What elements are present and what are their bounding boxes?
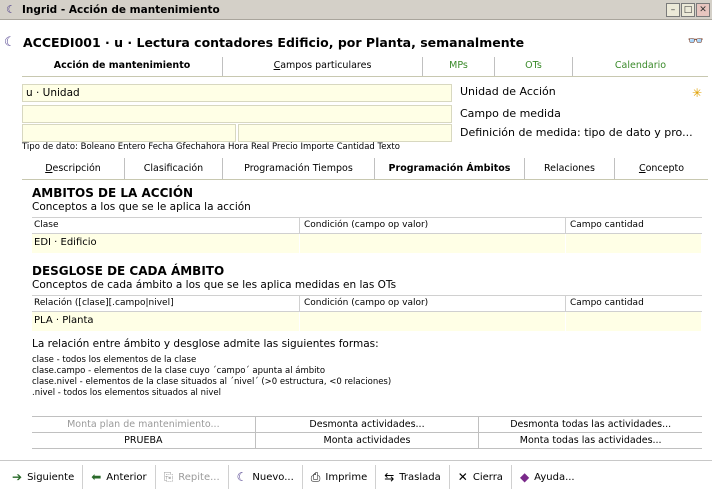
nuevo-button[interactable]: ☾ Nuevo... — [229, 465, 303, 489]
close-x-icon: ✕ — [457, 470, 468, 484]
col-clase: Clase — [32, 218, 300, 233]
help-book-icon: ◆ — [519, 470, 530, 484]
clase-cell[interactable]: EDI · Edificio — [32, 234, 300, 253]
arrow-left-icon: ⬅ — [91, 470, 102, 484]
form-line: clase - todos los elementos de la clase — [32, 355, 197, 365]
cantidad-cell[interactable] — [566, 312, 702, 331]
bottom-toolbar: ➔ Siguiente ⬅ Anterior ⎘ Repite... ☾ Nue… — [0, 460, 712, 493]
record-header: ☾ ACCEDI001 · u · Lectura contadores Edi… — [0, 22, 712, 58]
ambitos-subtitle: Conceptos a los que se le aplica la acci… — [32, 201, 251, 213]
tab-programacion-ambitos[interactable]: Programación Ámbitos — [374, 158, 524, 179]
col-campo-cantidad: Campo cantidad — [570, 220, 644, 230]
top-tabs: Acción de mantenimiento Campos particula… — [22, 57, 708, 77]
repeat-icon: ⎘ — [163, 469, 174, 484]
cantidad-cell[interactable] — [566, 234, 702, 253]
cierra-button[interactable]: ✕ Cierra — [450, 465, 512, 489]
app-pipe-icon: ☾ — [6, 3, 16, 16]
close-button[interactable]: ✕ — [696, 3, 710, 17]
tab-concepto[interactable]: Concepto — [614, 158, 708, 179]
desglose-grid: Relación ([clase][.campo|nivel] Condició… — [32, 295, 702, 331]
monta-actividades-button[interactable]: Monta actividades — [256, 433, 480, 448]
tab-ots[interactable]: OTs — [494, 57, 572, 76]
tab-relaciones[interactable]: Relaciones — [524, 158, 614, 179]
record-title: ACCEDI001 · u · Lectura contadores Edifi… — [23, 35, 525, 50]
tab-descripcion[interactable]: Descripción — [22, 158, 124, 179]
tab-clasificacion[interactable]: Clasificación — [124, 158, 222, 179]
pipe-icon: ☾ — [236, 470, 248, 484]
imprime-button[interactable]: ⎙ Imprime — [303, 465, 377, 489]
window-controls: – □ ✕ — [666, 3, 710, 17]
traslada-button[interactable]: ⇆ Traslada — [376, 465, 450, 489]
definicion-label: Definición de medida: tipo de dato y pro… — [460, 126, 693, 139]
tab-campos-particulares[interactable]: Campos particulares — [222, 57, 422, 76]
ayuda-button[interactable]: ◆ Ayuda... — [512, 465, 583, 489]
relacion-cell[interactable]: PLA · Planta — [32, 312, 300, 331]
binoculars-icon[interactable]: 👓 — [688, 34, 704, 49]
col-campo-cantidad: Campo cantidad — [570, 298, 644, 308]
campo-medida-field[interactable] — [22, 105, 452, 123]
col-condicion: Condición (campo op valor) — [300, 218, 566, 233]
relacion-explanation: La relación entre ámbito y desglose admi… — [32, 338, 379, 350]
maximize-button[interactable]: □ — [681, 3, 695, 17]
col-relacion: Relación ([clase][.campo|nivel] — [32, 296, 300, 311]
action-buttons: Monta plan de mantenimiento... Desmonta … — [32, 416, 702, 449]
condicion-cell[interactable] — [300, 312, 566, 331]
desglose-title: DESGLOSE DE CADA ÁMBITO — [32, 264, 225, 278]
desmonta-actividades-button[interactable]: Desmonta actividades... — [256, 417, 480, 432]
transfer-icon: ⇆ — [384, 470, 395, 484]
condicion-cell[interactable] — [300, 234, 566, 253]
ambitos-title: AMBITOS DE LA ACCIÓN — [32, 186, 194, 200]
prueba-button[interactable]: PRUEBA — [32, 433, 256, 448]
tab-programacion-tiempos[interactable]: Programación Tiempos — [222, 158, 374, 179]
definicion-tipo-field[interactable] — [22, 124, 236, 142]
campo-medida-label: Campo de medida — [460, 107, 561, 120]
desglose-subtitle: Conceptos de cada ámbito a los que se le… — [32, 279, 397, 291]
form-line: .nivel - todos los elementos situados al… — [32, 388, 221, 398]
tab-calendario[interactable]: Calendario — [572, 57, 708, 76]
tab-accion-mantenimiento[interactable]: Acción de mantenimiento — [22, 57, 222, 76]
window-title: Ingrid - Acción de mantenimiento — [22, 3, 220, 16]
repite-button[interactable]: ⎘ Repite... — [156, 465, 229, 489]
table-row[interactable]: EDI · Edificio — [32, 234, 702, 253]
ambitos-grid: Clase Condición (campo op valor) Campo c… — [32, 217, 702, 253]
definicion-prop-field[interactable] — [238, 124, 452, 142]
siguiente-button[interactable]: ➔ Siguiente — [4, 465, 84, 489]
tipos-dato-text: Tipo de dato: Boleano Entero Fecha Gfech… — [22, 142, 400, 152]
arrow-right-icon: ➔ — [12, 470, 23, 484]
col-condicion: Condición (campo op valor) — [300, 296, 566, 311]
sparkle-icon[interactable]: ✳ — [692, 86, 702, 100]
unidad-field[interactable]: u · Unidad — [22, 84, 452, 102]
table-row[interactable]: PLA · Planta — [32, 312, 702, 331]
ambitos-header-row: Clase Condición (campo op valor) Campo c… — [32, 217, 702, 234]
anterior-button[interactable]: ⬅ Anterior — [83, 465, 156, 489]
monta-todas-button[interactable]: Monta todas las actividades... — [479, 433, 702, 448]
printer-icon: ⎙ — [310, 469, 321, 484]
monta-plan-button[interactable]: Monta plan de mantenimiento... — [32, 417, 256, 432]
form-line: clase.campo - elementos de la clase cuyo… — [32, 366, 326, 376]
section-tabs: Descripción Clasificación Programación T… — [22, 158, 708, 180]
desmonta-todas-button[interactable]: Desmonta todas las actividades... — [479, 417, 702, 432]
desglose-header-row: Relación ([clase][.campo|nivel] Condició… — [32, 295, 702, 312]
pipe-icon: ☾ — [4, 35, 16, 50]
minimize-button[interactable]: – — [666, 3, 680, 17]
unidad-accion-label: Unidad de Acción — [460, 85, 556, 98]
window-titlebar: ☾ Ingrid - Acción de mantenimiento – □ ✕ — [0, 0, 712, 20]
form-line: clase.nivel - elementos de la clase situ… — [32, 377, 392, 387]
tab-mps[interactable]: MPs — [422, 57, 494, 76]
relacion-forms-list: clase - todos los elementos de la clase … — [32, 355, 391, 399]
